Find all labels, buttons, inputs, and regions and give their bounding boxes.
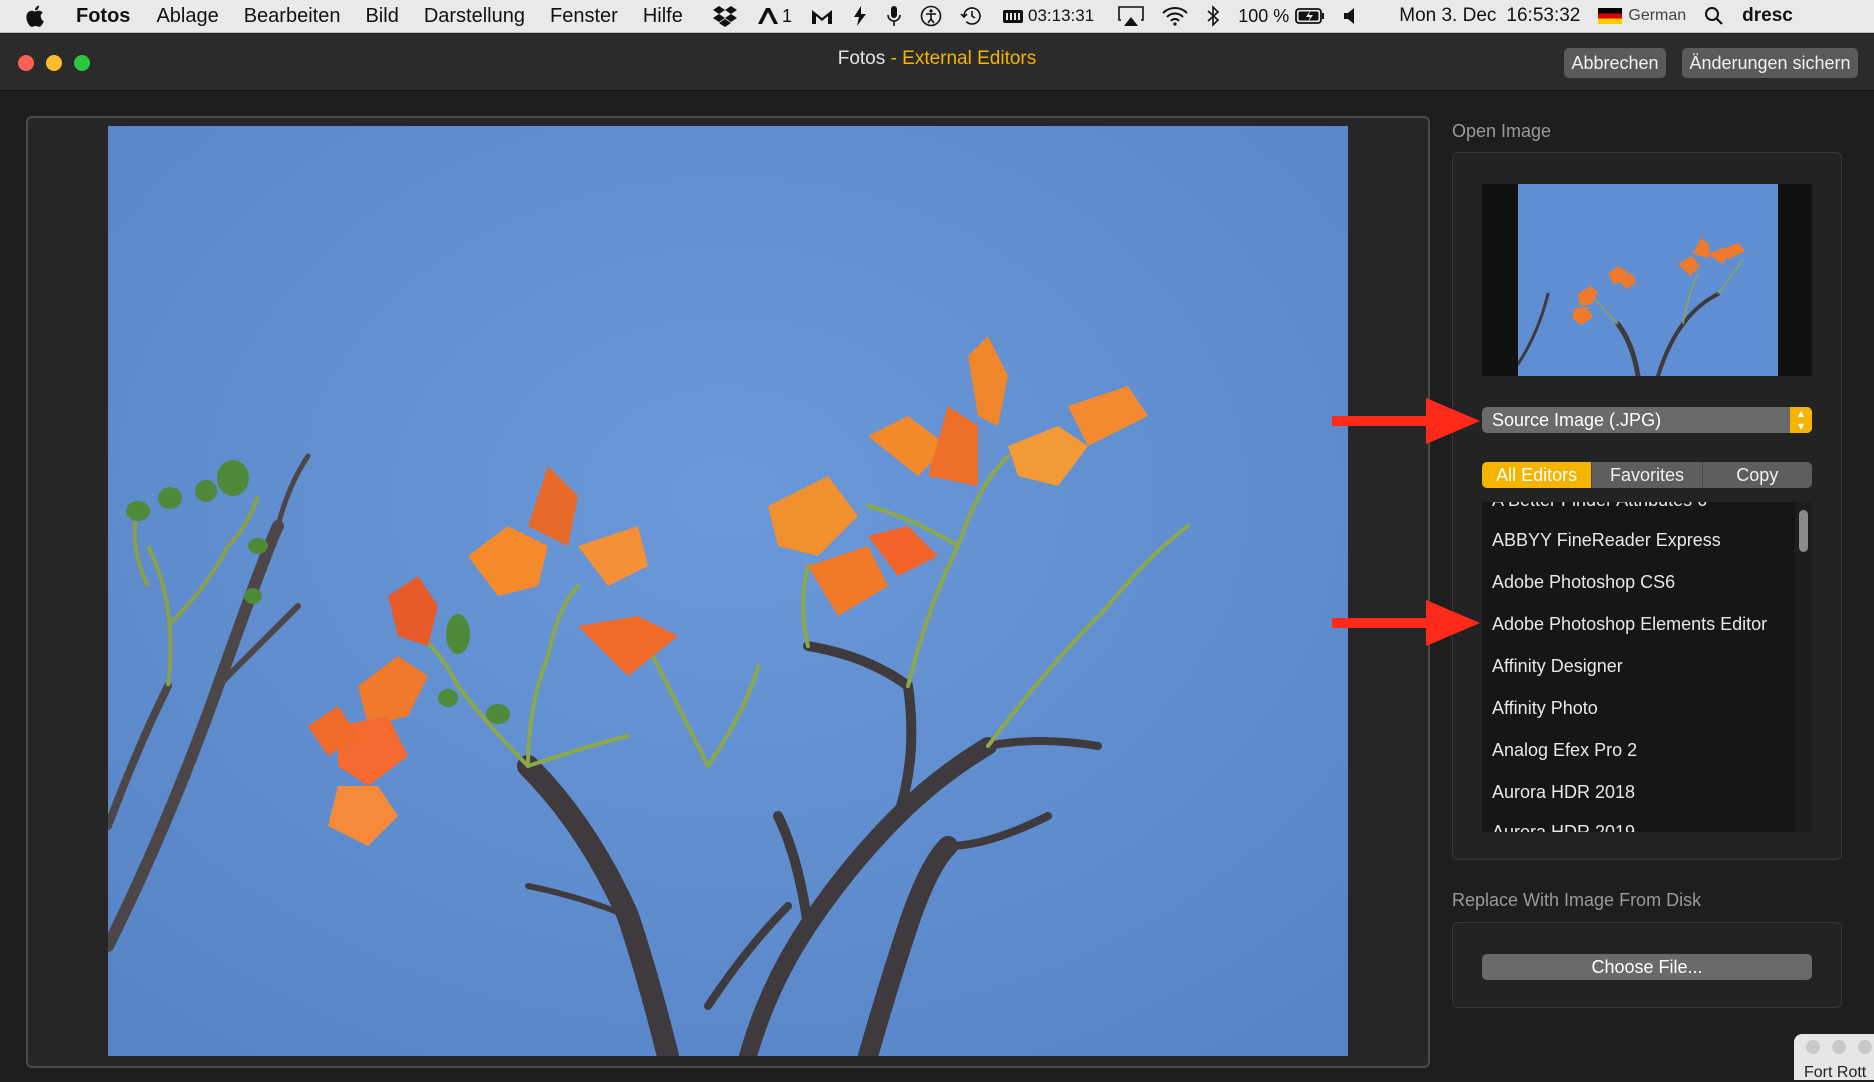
image-thumbnail: [1482, 184, 1812, 376]
choose-file-button[interactable]: Choose File...: [1482, 954, 1812, 980]
german-flag-icon: [1598, 8, 1623, 24]
status-area: 1 03:13:31 100 % Mon 3. Dec 16:53:32 Ger…: [712, 0, 1811, 32]
list-item[interactable]: Affinity Designer: [1492, 656, 1623, 677]
replace-image-label: Replace With Image From Disk: [1452, 890, 1702, 910]
menu-hilfe[interactable]: Hilfe: [643, 5, 683, 28]
timer-text: 03:13:31: [1028, 6, 1095, 25]
airplay-icon[interactable]: [1118, 5, 1145, 27]
creative-cloud-icon[interactable]: 1: [756, 6, 792, 27]
timer-display[interactable]: 03:13:31: [1002, 6, 1094, 26]
list-item[interactable]: Aurora HDR 2019: [1492, 822, 1635, 832]
input-language[interactable]: German: [1598, 7, 1686, 25]
list-item[interactable]: Adobe Photoshop CS6: [1492, 572, 1675, 593]
image-viewer: [26, 116, 1430, 1068]
cancel-button[interactable]: Abbrechen: [1564, 48, 1666, 78]
apple-icon[interactable]: [26, 4, 54, 28]
date-time[interactable]: Mon 3. Dec 16:53:32: [1399, 5, 1580, 27]
menu-ablage[interactable]: Ablage: [156, 5, 218, 28]
window-dot-icon: [1806, 1040, 1820, 1054]
title-app: Fotos: [837, 48, 886, 69]
tab-all-editors[interactable]: All Editors: [1482, 462, 1593, 488]
list-item[interactable]: ABBYY FineReader Express: [1492, 530, 1721, 551]
date-text: Mon 3. Dec: [1399, 5, 1497, 26]
wifi-icon[interactable]: [1162, 6, 1188, 26]
select-arrows-icon: ▴ ▾: [1790, 407, 1812, 433]
list-item[interactable]: Adobe Photoshop Elements Editor: [1492, 614, 1767, 635]
title-extension: External Editors: [902, 48, 1037, 69]
background-window[interactable]: Fort Rott: [1794, 1034, 1874, 1081]
window-dot-icon: [1858, 1040, 1872, 1054]
malwarebytes-icon[interactable]: [810, 6, 834, 26]
title-separator: -: [885, 48, 903, 69]
editor-tabs: All Editors Favorites Copy: [1482, 462, 1812, 488]
editor-list[interactable]: A Better Finder Attributes 6 ABBYY FineR…: [1482, 502, 1812, 832]
open-image-label: Open Image: [1452, 121, 1552, 141]
bolt-icon[interactable]: [852, 5, 868, 27]
list-item[interactable]: Affinity Photo: [1492, 698, 1598, 719]
thumbnail-photo: [1518, 184, 1778, 376]
tab-copy[interactable]: Copy: [1703, 462, 1812, 488]
tab-favorites[interactable]: Favorites: [1592, 462, 1703, 488]
battery-percent: 100 %: [1238, 5, 1290, 26]
menu-bearbeiten[interactable]: Bearbeiten: [244, 5, 341, 28]
accessibility-icon[interactable]: [920, 5, 942, 27]
menu-bar: Fotos Ablage Bearbeiten Bild Darstellung…: [0, 0, 1874, 33]
source-select-value: Source Image (.JPG): [1492, 410, 1662, 430]
annotation-arrow-icon: [1332, 600, 1480, 646]
list-item[interactable]: A Better Finder Attributes 6: [1492, 502, 1707, 511]
status-count: 1: [782, 5, 793, 26]
volume-icon[interactable]: [1343, 7, 1361, 25]
menu-fenster[interactable]: Fenster: [550, 5, 618, 28]
background-window-label: Fort Rott: [1804, 1064, 1867, 1081]
annotation-arrow-icon: [1332, 398, 1480, 444]
user-name[interactable]: dresc: [1742, 5, 1793, 27]
list-scrollbar-thumb[interactable]: [1799, 510, 1808, 552]
main-photo: [108, 126, 1348, 1056]
battery-icon: [1295, 8, 1325, 24]
time-text: 16:53:32: [1506, 5, 1581, 26]
list-item[interactable]: Aurora HDR 2018: [1492, 782, 1635, 803]
language-text: German: [1628, 7, 1687, 24]
bluetooth-icon[interactable]: [1206, 5, 1220, 27]
menu-bild[interactable]: Bild: [365, 5, 398, 28]
microphone-icon[interactable]: [886, 5, 902, 27]
battery-status[interactable]: 100 %: [1238, 6, 1325, 27]
time-machine-icon[interactable]: [960, 5, 984, 27]
menu-darstellung[interactable]: Darstellung: [424, 5, 525, 28]
source-image-select[interactable]: Source Image (.JPG) ▴ ▾: [1482, 407, 1812, 433]
window-dot-icon: [1832, 1040, 1846, 1054]
list-item[interactable]: Analog Efex Pro 2: [1492, 740, 1637, 761]
dropbox-icon[interactable]: [712, 5, 738, 27]
save-changes-button[interactable]: Änderungen sichern: [1682, 48, 1858, 78]
spotlight-search-icon[interactable]: [1704, 6, 1724, 26]
app-menu-fotos[interactable]: Fotos: [76, 5, 130, 28]
